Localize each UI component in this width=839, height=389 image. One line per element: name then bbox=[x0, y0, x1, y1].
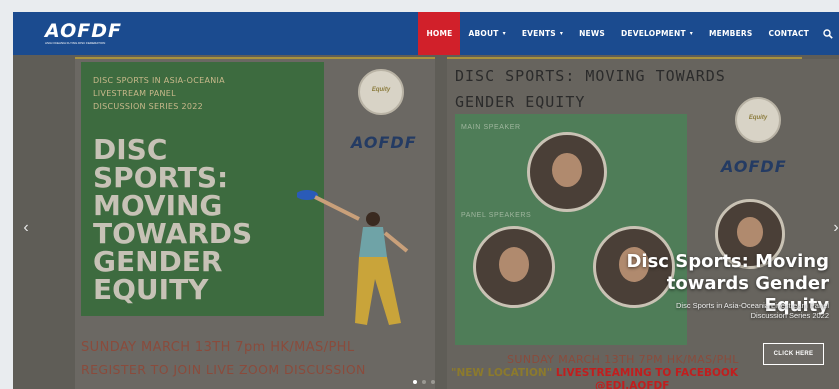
slider-next-arrow-icon[interactable]: › bbox=[829, 219, 839, 237]
nav-item-about[interactable]: ABOUT ▾ bbox=[460, 12, 513, 55]
livestream-text: LIVESTREAMING TO FACEBOOK bbox=[555, 367, 738, 379]
nav-label: EVENTS bbox=[521, 29, 556, 38]
poster-register: REGISTER TO JOIN LIVE ZOOM DISCUSSION bbox=[81, 362, 366, 377]
poster-date: SUNDAY MARCH 13TH 7pm HK/MAS/PHL bbox=[81, 340, 355, 355]
headline-line: SPORTS: bbox=[93, 161, 229, 194]
speaker-photo bbox=[527, 132, 607, 212]
chevron-down-icon: ▾ bbox=[502, 30, 506, 37]
poster-logo: AOFDF bbox=[351, 133, 417, 152]
logo-wordmark: AOFDF bbox=[45, 20, 123, 42]
logo-tagline: ASIA OCEANIA FLYING DISC FEDERATION bbox=[45, 42, 106, 45]
seal-text: Equity bbox=[748, 115, 768, 121]
new-location-text: "NEW LOCATION" bbox=[451, 367, 556, 379]
nav-item-members[interactable]: MEMBERS bbox=[701, 12, 760, 55]
slider-dot[interactable] bbox=[413, 380, 417, 384]
nav-item-home[interactable]: HOME bbox=[418, 12, 461, 55]
slide-poster-right: DISC SPORTS: MOVING TOWARDS GENDER EQUIT… bbox=[447, 59, 839, 389]
poster-green-panel: DISC SPORTS IN ASIA-OCEANIA LIVESTREAM P… bbox=[81, 62, 324, 316]
nav-label: MEMBERS bbox=[709, 29, 753, 38]
headline-line: EQUITY bbox=[93, 273, 209, 306]
headline-line: MOVING bbox=[93, 189, 223, 222]
site-logo[interactable]: AOFDF ASIA OCEANIA FLYING DISC FEDERATIO… bbox=[45, 21, 133, 47]
chevron-down-icon: ▾ bbox=[559, 30, 564, 37]
slide-caption-subtitle: Disc Sports in Asia-Oceania Livestream P… bbox=[676, 301, 829, 320]
equity-seal-icon: Equity bbox=[358, 69, 404, 115]
nav-item-events[interactable]: EVENTS ▾ bbox=[514, 12, 571, 55]
slide-poster-left: DISC SPORTS IN ASIA-OCEANIA LIVESTREAM P… bbox=[75, 59, 435, 389]
slider-dot[interactable] bbox=[431, 380, 435, 384]
nav-label: NEWS bbox=[579, 29, 605, 38]
poster-logo: AOFDF bbox=[721, 157, 787, 176]
seal-text: Equity bbox=[371, 87, 391, 93]
headline-line: TOWARDS bbox=[93, 217, 253, 250]
slider-dots bbox=[413, 380, 435, 384]
main-speaker-label: MAIN SPEAKER bbox=[461, 124, 521, 131]
livestream-notice: "NEW LOCATION" LIVESTREAMING TO FACEBOOK bbox=[451, 367, 831, 379]
headline-line: DISC bbox=[93, 133, 168, 166]
title-line: DISC SPORTS: MOVING TOWARDS bbox=[455, 67, 726, 85]
chevron-down-icon: ▾ bbox=[689, 30, 694, 37]
poster-kicker: DISC SPORTS IN ASIA-OCEANIA LIVESTREAM P… bbox=[93, 74, 293, 113]
equity-seal-icon: Equity bbox=[735, 97, 781, 143]
click-here-button[interactable]: CLICK HERE bbox=[763, 343, 824, 365]
main-menu: HOME ABOUT ▾ EVENTS ▾ NEWS DEVELOPMENT ▾… bbox=[418, 12, 839, 55]
nav-label: ABOUT bbox=[468, 29, 499, 38]
nav-item-news[interactable]: NEWS bbox=[571, 12, 613, 55]
hero-slider: DISC SPORTS IN ASIA-OCEANIA LIVESTREAM P… bbox=[13, 55, 839, 389]
kicker-line: DISC SPORTS IN ASIA-OCEANIA bbox=[93, 76, 225, 85]
poster-date: SUNDAY MARCH 13TH 7PM HK/MAS/PHL bbox=[507, 353, 739, 366]
nav-label: CONTACT bbox=[768, 29, 809, 38]
frisbee-player-illustration bbox=[297, 190, 409, 325]
search-icon-svg bbox=[823, 28, 833, 39]
poster-title: DISC SPORTS: MOVING TOWARDS GENDER EQUIT… bbox=[455, 63, 835, 115]
nav-item-development[interactable]: DEVELOPMENT ▾ bbox=[613, 12, 701, 55]
search-icon[interactable] bbox=[817, 12, 839, 55]
kicker-line: DISCUSSION SERIES 2022 bbox=[93, 102, 204, 111]
speaker-photo bbox=[473, 226, 555, 308]
page-frame: AOFDF ASIA OCEANIA FLYING DISC FEDERATIO… bbox=[13, 12, 839, 389]
facebook-handle: @EDI.AOFDF bbox=[595, 380, 670, 389]
headline-line: GENDER bbox=[93, 245, 223, 278]
slider-dot[interactable] bbox=[422, 380, 426, 384]
poster-headline: DISC SPORTS: MOVING TOWARDS GENDER EQUIT… bbox=[93, 136, 329, 304]
nav-item-contact[interactable]: CONTACT bbox=[760, 12, 817, 55]
panel-speakers-label: PANEL SPEAKERS bbox=[461, 212, 532, 219]
nav-label: DEVELOPMENT bbox=[620, 29, 686, 38]
slider-prev-arrow-icon[interactable]: ‹ bbox=[19, 219, 33, 237]
top-navbar: AOFDF ASIA OCEANIA FLYING DISC FEDERATIO… bbox=[13, 12, 839, 55]
kicker-line: LIVESTREAM PANEL bbox=[93, 89, 176, 98]
nav-label: HOME bbox=[426, 29, 453, 38]
